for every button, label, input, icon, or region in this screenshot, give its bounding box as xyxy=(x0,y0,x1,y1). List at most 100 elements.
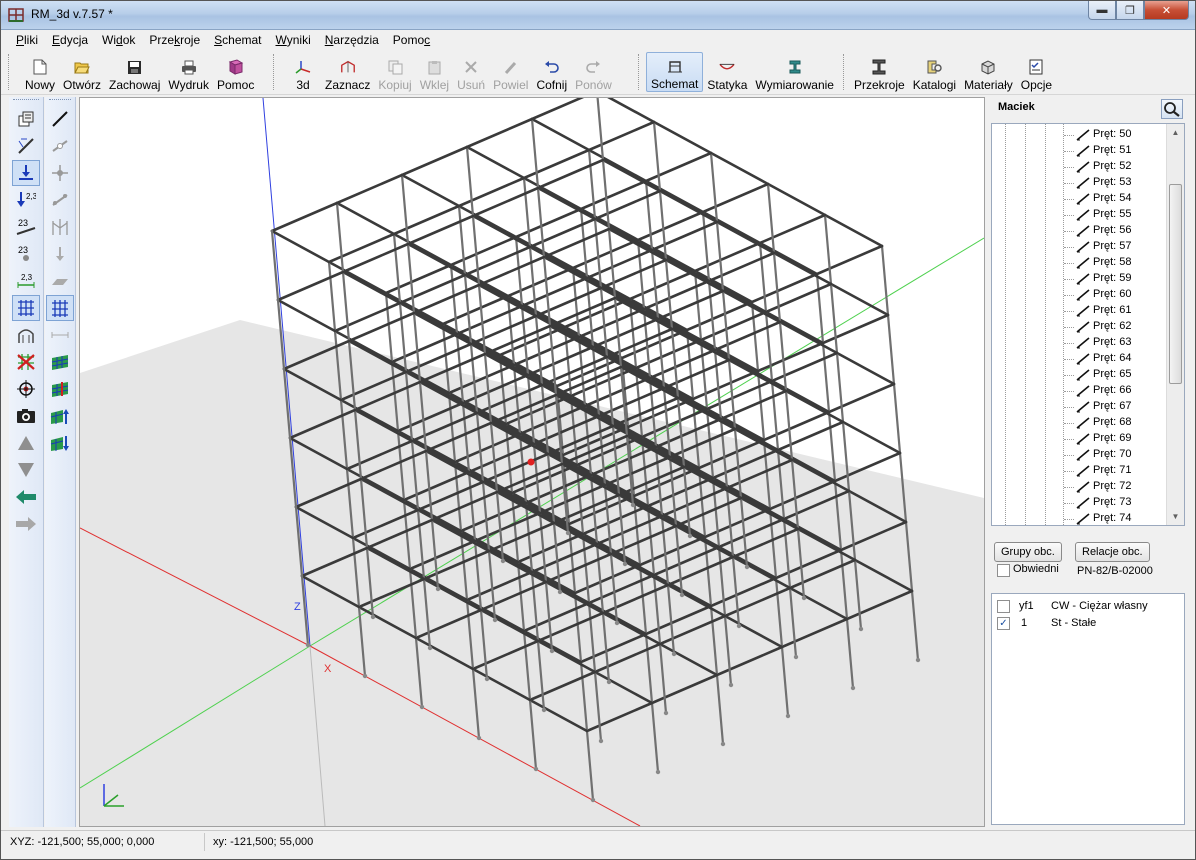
delete-grid-button[interactable] xyxy=(12,349,40,375)
tree-item-bar[interactable]: Pręt: 64 xyxy=(992,351,1164,367)
open-button[interactable]: Otwórz xyxy=(59,52,105,92)
draw-bar-button[interactable] xyxy=(46,106,74,132)
surface-button[interactable] xyxy=(46,268,74,294)
toolbar-grip[interactable] xyxy=(8,54,12,90)
find-button[interactable] xyxy=(1161,99,1183,119)
supports-button[interactable] xyxy=(12,160,40,186)
node-number-button[interactable]: 23 xyxy=(12,241,40,267)
menu-przekroje[interactable]: Przekroje xyxy=(142,30,207,50)
dimension-line-button[interactable] xyxy=(46,322,74,348)
move-up-button[interactable] xyxy=(12,430,40,456)
menu-widok[interactable]: Widok xyxy=(95,30,142,50)
menu-schemat[interactable]: Schemat xyxy=(207,30,268,50)
undo-button[interactable]: Cofnij xyxy=(532,52,571,92)
opcje-button[interactable]: Opcje xyxy=(1017,52,1056,92)
forward-button[interactable] xyxy=(12,511,40,537)
node-load-button[interactable]: 2,3 xyxy=(12,187,40,213)
print-button[interactable]: Wydruk xyxy=(164,52,213,92)
bar-load-button[interactable]: 23 xyxy=(12,214,40,240)
tree-item-bar[interactable]: Pręt: 52 xyxy=(992,159,1164,175)
tree-item-bar[interactable]: Pręt: 59 xyxy=(992,271,1164,287)
load-case-row[interactable]: ✓ 1 St - Stałe xyxy=(992,615,1182,631)
tree-item-bar[interactable]: Pręt: 53 xyxy=(992,175,1164,191)
dimension-button[interactable]: 2,3 xyxy=(12,268,40,294)
menu-edycja[interactable]: Edycja xyxy=(45,30,95,50)
paste-button[interactable]: Wklej xyxy=(416,52,453,92)
palette-grip[interactable] xyxy=(13,99,39,104)
screenshot-button[interactable] xyxy=(12,403,40,429)
tree-item-bar[interactable]: Pręt: 61 xyxy=(992,303,1164,319)
copy-button[interactable]: Kopiuj xyxy=(374,52,415,92)
maximize-button[interactable]: ❐ xyxy=(1116,1,1144,20)
node-button[interactable] xyxy=(46,160,74,186)
menu-wyniki[interactable]: Wyniki xyxy=(269,30,318,50)
duplicate-button[interactable]: Powiel xyxy=(489,52,532,92)
przekroje-button[interactable]: Przekroje xyxy=(850,52,909,92)
model-viewport[interactable]: ZX xyxy=(79,97,985,827)
redo-button[interactable]: Ponów xyxy=(571,52,616,92)
tree-item-bar[interactable]: Pręt: 69 xyxy=(992,431,1164,447)
save-button[interactable]: Zachowaj xyxy=(105,52,164,92)
toolbar-grip-4[interactable] xyxy=(843,54,847,90)
node-properties-button[interactable] xyxy=(12,106,40,132)
tree-item-bar[interactable]: Pręt: 67 xyxy=(992,399,1164,415)
new-button[interactable]: Nowy xyxy=(21,52,59,92)
model-tree[interactable]: ▲ ▼ Pręt: 50 Pręt: 51 Pręt: 52 Pręt: 53 Pręt… xyxy=(991,123,1185,526)
scroll-down-button[interactable]: ▼ xyxy=(1167,508,1184,525)
plane-grid-red-button[interactable] xyxy=(46,376,74,402)
arch-frame-button[interactable] xyxy=(12,322,40,348)
move-down-button[interactable] xyxy=(12,457,40,483)
load-down-button[interactable] xyxy=(46,241,74,267)
delete-button[interactable]: Usuń xyxy=(453,52,489,92)
plane-down-button[interactable] xyxy=(46,430,74,456)
select-button[interactable]: Zaznacz xyxy=(321,52,374,92)
load-case-checkbox[interactable]: ✓ xyxy=(997,617,1010,630)
palette2-grip[interactable] xyxy=(49,99,71,104)
frame-3d-view[interactable]: ZX xyxy=(80,98,984,826)
tree-item-bar[interactable]: Pręt: 66 xyxy=(992,383,1164,399)
tree-item-bar[interactable]: Pręt: 54 xyxy=(992,191,1164,207)
tree-item-bar[interactable]: Pręt: 70 xyxy=(992,447,1164,463)
tree-item-bar[interactable]: Pręt: 73 xyxy=(992,495,1164,511)
toolbar-grip-2[interactable] xyxy=(273,54,277,90)
tree-item-bar[interactable]: Pręt: 57 xyxy=(992,239,1164,255)
schemat-button[interactable]: Schemat xyxy=(646,52,704,92)
tree-scrollbar[interactable]: ▲ ▼ xyxy=(1166,124,1184,525)
minimize-button[interactable]: ▬ xyxy=(1088,1,1116,20)
grid-frame-button[interactable] xyxy=(12,295,40,321)
statyka-button[interactable]: Statyka xyxy=(703,52,751,92)
envelope-checkbox[interactable] xyxy=(997,564,1010,577)
tree-item-bar[interactable]: Pręt: 65 xyxy=(992,367,1164,383)
close-button[interactable]: ✕ xyxy=(1144,1,1189,20)
load-case-checkbox[interactable] xyxy=(997,600,1010,613)
scroll-thumb[interactable] xyxy=(1169,184,1182,384)
tree-item-bar[interactable]: Pręt: 62 xyxy=(992,319,1164,335)
plane-up-button[interactable] xyxy=(46,403,74,429)
hinge-button[interactable] xyxy=(46,133,74,159)
target-button[interactable] xyxy=(12,376,40,402)
tree-item-bar[interactable]: Pręt: 60 xyxy=(992,287,1164,303)
tree-item-bar[interactable]: Pręt: 71 xyxy=(992,463,1164,479)
tree-item-bar[interactable]: Pręt: 58 xyxy=(992,255,1164,271)
load-groups-button[interactable]: Grupy obc. xyxy=(994,542,1062,562)
tree-item-bar[interactable]: Pręt: 68 xyxy=(992,415,1164,431)
plane-grid-button[interactable] xyxy=(46,349,74,375)
toolbar-grip-3[interactable] xyxy=(638,54,642,90)
load-case-row[interactable]: yf1 CW - Ciężar własny xyxy=(992,598,1182,614)
wymiarowanie-button[interactable]: Wymiarowanie xyxy=(751,52,838,92)
menu-pomoc[interactable]: Pomoc xyxy=(386,30,437,50)
truss-button[interactable] xyxy=(46,214,74,240)
tree-item-bar[interactable]: Pręt: 56 xyxy=(992,223,1164,239)
menu-pliki[interactable]: Pliki xyxy=(9,30,45,50)
materialy-button[interactable]: Materiały xyxy=(960,52,1017,92)
tree-item-bar[interactable]: Pręt: 72 xyxy=(992,479,1164,495)
menu-narzedzia[interactable]: Narzędzia xyxy=(318,30,386,50)
view-3d-button[interactable]: 3d xyxy=(285,52,321,92)
back-button[interactable] xyxy=(12,484,40,510)
tree-item-bar[interactable]: Pręt: 63 xyxy=(992,335,1164,351)
katalogi-button[interactable]: Katalogi xyxy=(909,52,960,92)
bar-properties-button[interactable] xyxy=(12,133,40,159)
scroll-up-button[interactable]: ▲ xyxy=(1167,124,1184,141)
load-relations-button[interactable]: Relacje obc. xyxy=(1075,542,1150,562)
help-button[interactable]: Pomoc xyxy=(213,52,258,92)
